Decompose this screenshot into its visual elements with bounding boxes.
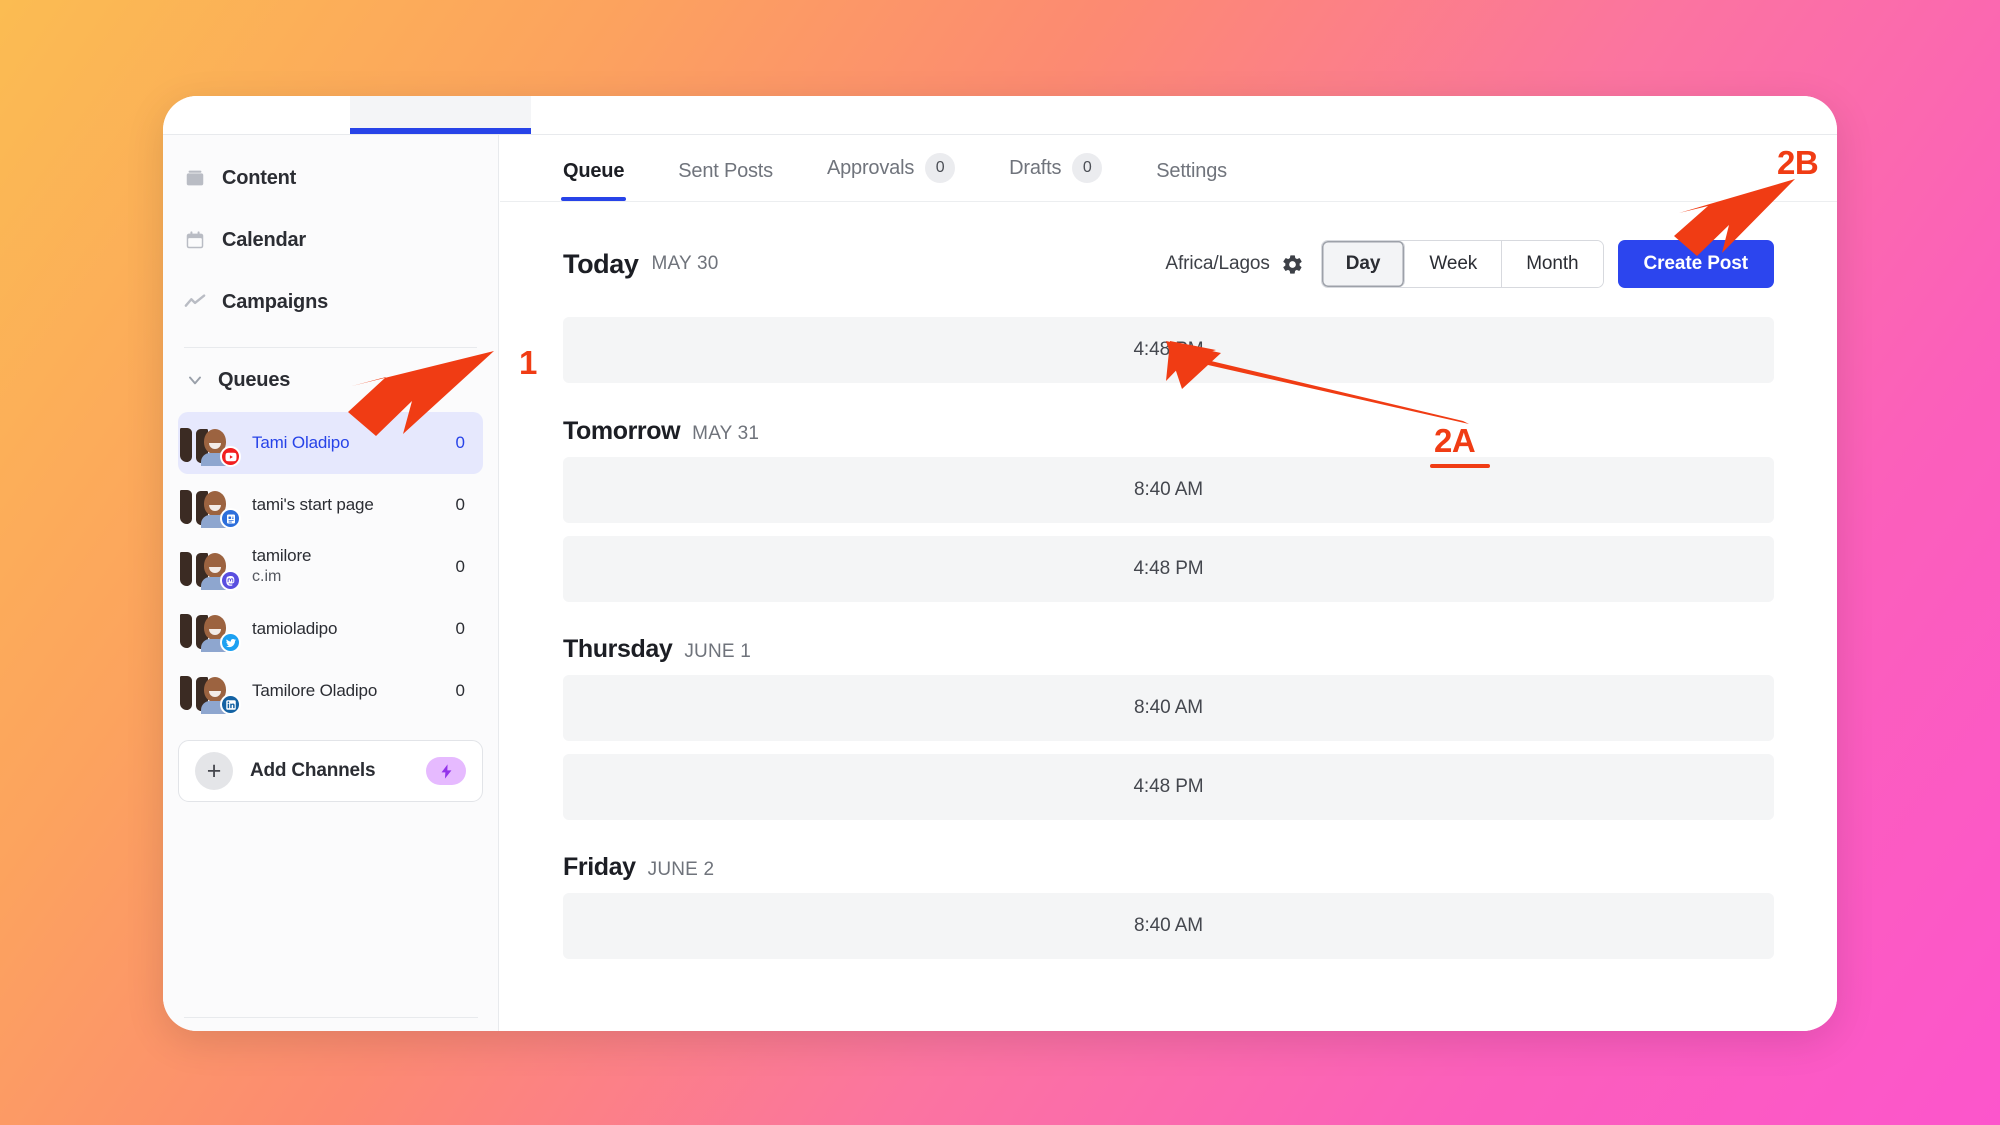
sidebar: Content Calendar Campaigns xyxy=(163,135,499,1031)
channel-text: tamilore c.im xyxy=(252,546,446,588)
channel-item-tami-oladipo[interactable]: Tami Oladipo 0 xyxy=(178,412,483,474)
queue-header: Today MAY 30 Africa/Lagos Day Week Month… xyxy=(500,202,1837,288)
header-controls: Africa/Lagos Day Week Month Create Post xyxy=(1165,240,1774,288)
channel-count: 0 xyxy=(456,557,465,577)
day-group-thursday: Thursday JUNE 1 8:40 AM 4:48 PM xyxy=(563,635,1774,820)
start-page-icon xyxy=(220,508,241,529)
main-content: Queue Sent Posts Approvals 0 Drafts 0 Se… xyxy=(500,135,1837,1031)
day-group-tomorrow: Tomorrow MAY 31 8:40 AM 4:48 PM xyxy=(563,417,1774,602)
channel-sub: c.im xyxy=(252,568,281,585)
tab-label: Queue xyxy=(563,160,624,183)
day-heading: Thursday JUNE 1 xyxy=(563,635,1774,664)
channel-name: Tami Oladipo xyxy=(252,433,349,452)
channel-count: 0 xyxy=(456,433,465,453)
sidebar-item-calendar[interactable]: Calendar xyxy=(163,209,498,271)
day-heading: Tomorrow MAY 31 xyxy=(563,417,1774,446)
view-button-month[interactable]: Month xyxy=(1502,241,1602,287)
twitter-icon xyxy=(220,632,241,653)
day-name: Thursday xyxy=(563,635,672,664)
chevron-down-icon xyxy=(185,370,205,390)
sidebar-item-label: Content xyxy=(222,167,296,190)
day-name: Friday xyxy=(563,853,636,882)
channel-item-tamilore[interactable]: tamilore c.im 0 xyxy=(178,536,483,598)
time-slot[interactable]: 8:40 AM xyxy=(563,675,1774,741)
day-group-friday: Friday JUNE 2 8:40 AM xyxy=(563,853,1774,959)
channel-count: 0 xyxy=(456,495,465,515)
annotation-2a-underline xyxy=(1430,464,1490,468)
channel-name: tamioladipo xyxy=(252,619,337,638)
app-window: Content Calendar Campaigns xyxy=(163,96,1837,1031)
top-nav-strip xyxy=(163,96,1837,134)
day-name: Tomorrow xyxy=(563,417,680,446)
sidebar-item-campaigns[interactable]: Campaigns xyxy=(163,271,498,333)
avatar xyxy=(194,608,236,650)
sidebar-item-content[interactable]: Content xyxy=(163,147,498,209)
tab-label: Approvals xyxy=(827,157,914,180)
page-title: Today xyxy=(563,249,639,280)
sidebar-item-label: Campaigns xyxy=(222,291,328,314)
time-slot[interactable]: 4:48 PM xyxy=(563,317,1774,383)
channel-count: 0 xyxy=(456,681,465,701)
channel-item-tamilore-oladipo[interactable]: Tamilore Oladipo 0 xyxy=(178,660,483,722)
youtube-icon xyxy=(220,446,241,467)
mastodon-icon xyxy=(220,570,241,591)
time-slot[interactable]: 4:48 PM xyxy=(563,754,1774,820)
channel-count: 0 xyxy=(456,619,465,639)
day-date: MAY 31 xyxy=(692,423,759,445)
sidebar-bottom-divider xyxy=(184,1017,478,1018)
view-button-day[interactable]: Day xyxy=(1322,241,1406,287)
tab-sent-posts[interactable]: Sent Posts xyxy=(678,160,773,201)
gear-icon[interactable] xyxy=(1281,253,1304,276)
queues-section-header[interactable]: Queues xyxy=(163,348,498,412)
tab-label: Sent Posts xyxy=(678,160,773,183)
channel-item-tamis-start-page[interactable]: tami's start page 0 xyxy=(178,474,483,536)
tab-label: Drafts xyxy=(1009,157,1061,180)
channel-name: Tamilore Oladipo xyxy=(252,681,377,700)
avatar xyxy=(194,484,236,526)
time-slot[interactable]: 8:40 AM xyxy=(563,893,1774,959)
tab-bar: Queue Sent Posts Approvals 0 Drafts 0 Se… xyxy=(500,135,1837,201)
day-date: JUNE 1 xyxy=(684,641,751,663)
avatar xyxy=(194,422,236,464)
sidebar-item-label: Calendar xyxy=(222,229,306,252)
campaigns-icon xyxy=(184,291,206,313)
day-date: JUNE 2 xyxy=(648,859,715,881)
lightning-bolt-icon xyxy=(426,757,466,785)
tab-settings[interactable]: Settings xyxy=(1156,160,1227,201)
channel-list: Tami Oladipo 0 tami's start page 0 xyxy=(163,412,498,722)
avatar xyxy=(194,670,236,712)
tab-queue[interactable]: Queue xyxy=(563,160,624,201)
channel-text: tamioladipo xyxy=(252,619,446,639)
channel-item-tamioladipo[interactable]: tamioladipo 0 xyxy=(178,598,483,660)
time-slot[interactable]: 4:48 PM xyxy=(563,536,1774,602)
content-icon xyxy=(184,167,206,189)
time-slot[interactable]: 8:40 AM xyxy=(563,457,1774,523)
day-heading: Friday JUNE 2 xyxy=(563,853,1774,882)
queue-schedule: 4:48 PM Tomorrow MAY 31 8:40 AM 4:48 PM … xyxy=(500,317,1837,959)
view-toggle-group: Day Week Month xyxy=(1321,240,1604,288)
tab-drafts[interactable]: Drafts 0 xyxy=(1009,153,1102,201)
tab-badge: 0 xyxy=(1072,153,1102,183)
view-button-week[interactable]: Week xyxy=(1405,241,1502,287)
linkedin-icon xyxy=(220,694,241,715)
calendar-icon xyxy=(184,229,206,251)
avatar xyxy=(194,546,236,588)
day-group-today: 4:48 PM xyxy=(563,317,1774,383)
queues-title: Queues xyxy=(218,369,290,392)
create-post-button[interactable]: Create Post xyxy=(1618,240,1775,288)
timezone-label: Africa/Lagos xyxy=(1165,253,1269,275)
channel-name: tami's start page xyxy=(252,495,374,514)
channel-name: tamilore xyxy=(252,546,311,565)
channel-text: tami's start page xyxy=(252,495,446,515)
tab-badge: 0 xyxy=(925,153,955,183)
add-channels-label: Add Channels xyxy=(250,760,426,782)
page-title-date: MAY 30 xyxy=(652,253,719,275)
channel-text: Tami Oladipo xyxy=(252,433,446,453)
plus-icon: + xyxy=(195,752,233,790)
add-channels-button[interactable]: + Add Channels xyxy=(178,740,483,802)
channel-text: Tamilore Oladipo xyxy=(252,681,446,701)
tab-label: Settings xyxy=(1156,160,1227,183)
tab-approvals[interactable]: Approvals 0 xyxy=(827,153,955,201)
